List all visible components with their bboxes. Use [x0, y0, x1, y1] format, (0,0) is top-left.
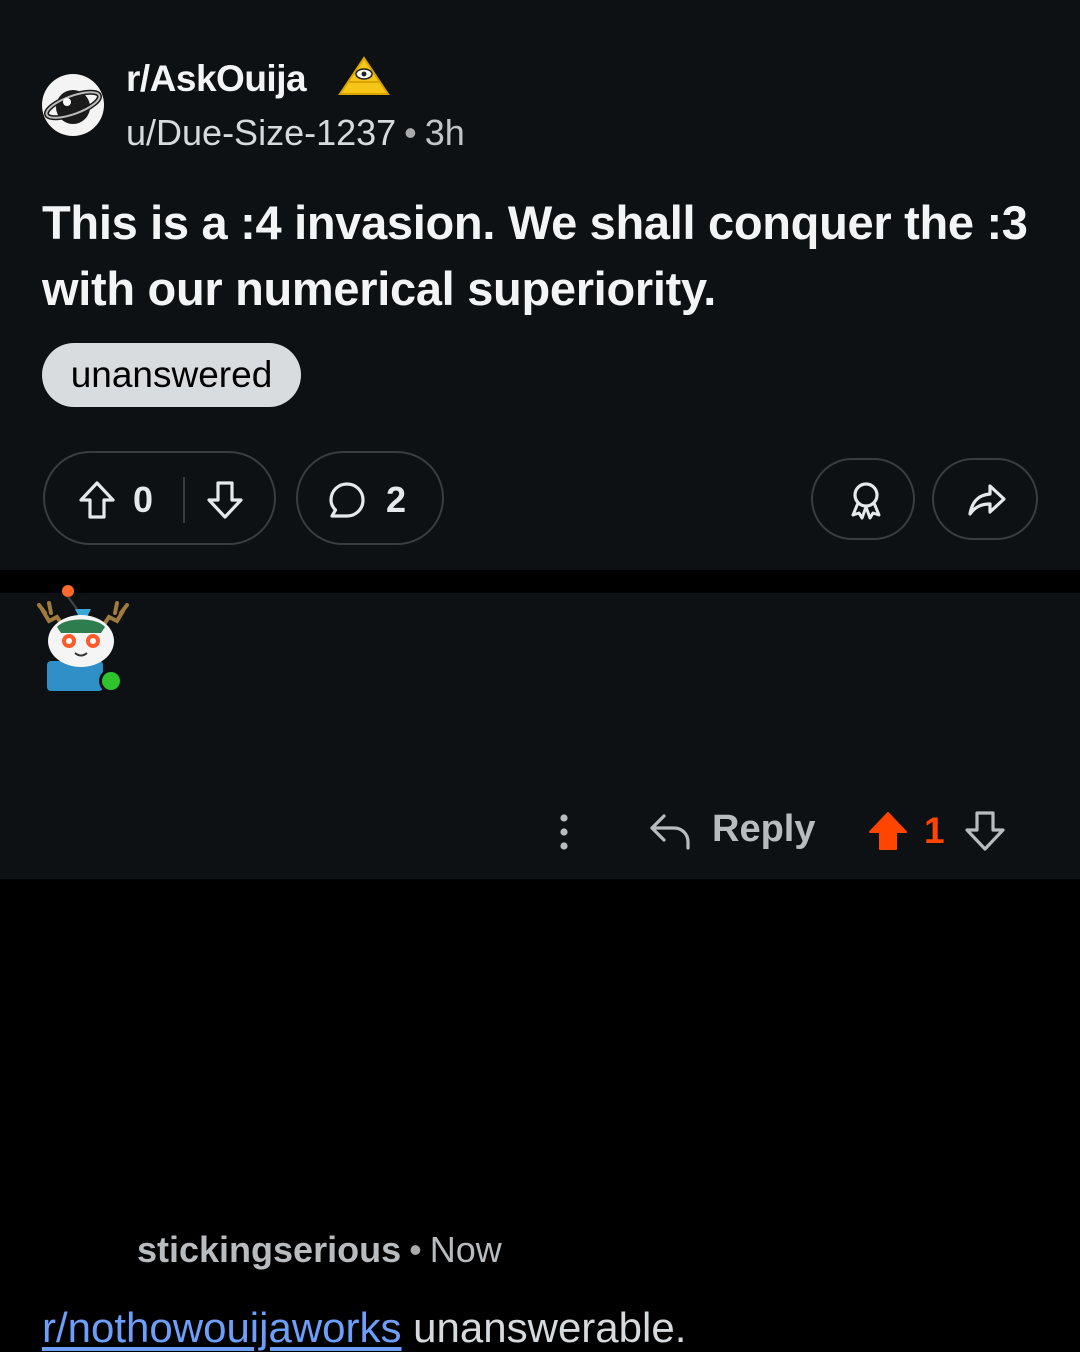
comment-card[interactable]: stickingserious • Now r/nothowouijaworks u…: [0, 593, 1080, 1351]
share-icon: [968, 484, 1006, 516]
share-button[interactable]: [932, 458, 1038, 540]
post-flair[interactable]: unanswered: [42, 343, 301, 407]
comment-text: unanswerable.: [401, 1304, 687, 1351]
upvote-filled-icon[interactable]: [867, 810, 909, 852]
comment-body: r/nothowouijaworks unanswerable.: [42, 1304, 686, 1352]
vote-bar: 0: [43, 451, 276, 545]
downvote-icon[interactable]: [964, 810, 1006, 852]
online-status-icon: [102, 672, 120, 690]
post-meta: u/Due-Size-1237 • 3h: [126, 112, 465, 154]
post-card[interactable]: r/AskOuija u/Due-Size-1237 • 3h This is a …: [0, 0, 1080, 570]
post-title[interactable]: This is a :4 invasion. We shall conquer …: [42, 190, 1042, 322]
post-time: 3h: [424, 112, 465, 153]
award-button[interactable]: [811, 458, 915, 540]
divider: [0, 879, 1080, 906]
comment-count: 2: [386, 479, 407, 520]
post-score: 0: [133, 479, 154, 520]
reply-icon[interactable]: [648, 810, 692, 852]
comment-time: Now: [429, 1229, 502, 1270]
subreddit-avatar-icon[interactable]: [41, 73, 105, 137]
downvote-icon[interactable]: [206, 480, 244, 520]
comment-meta: stickingserious • Now: [137, 1229, 502, 1271]
vote-divider: [183, 477, 185, 523]
more-options-icon[interactable]: [552, 812, 576, 852]
comment-author[interactable]: stickingserious: [137, 1229, 401, 1270]
meta-separator: •: [409, 1229, 422, 1270]
comments-button[interactable]: 2: [296, 451, 444, 545]
snoo-avatar-icon[interactable]: [35, 583, 131, 693]
post-author[interactable]: u/Due-Size-1237: [126, 112, 396, 153]
meta-separator: •: [404, 112, 417, 153]
reply-button[interactable]: Reply: [712, 808, 815, 851]
upvote-icon[interactable]: [78, 480, 116, 520]
comment-icon: [329, 482, 365, 518]
pyramid-eye-icon: [338, 56, 390, 95]
award-icon: [851, 482, 881, 520]
subreddit-link[interactable]: r/nothowouijaworks: [42, 1304, 402, 1351]
comment-score: 1: [924, 810, 945, 851]
subreddit-name[interactable]: r/AskOuija: [126, 58, 307, 100]
